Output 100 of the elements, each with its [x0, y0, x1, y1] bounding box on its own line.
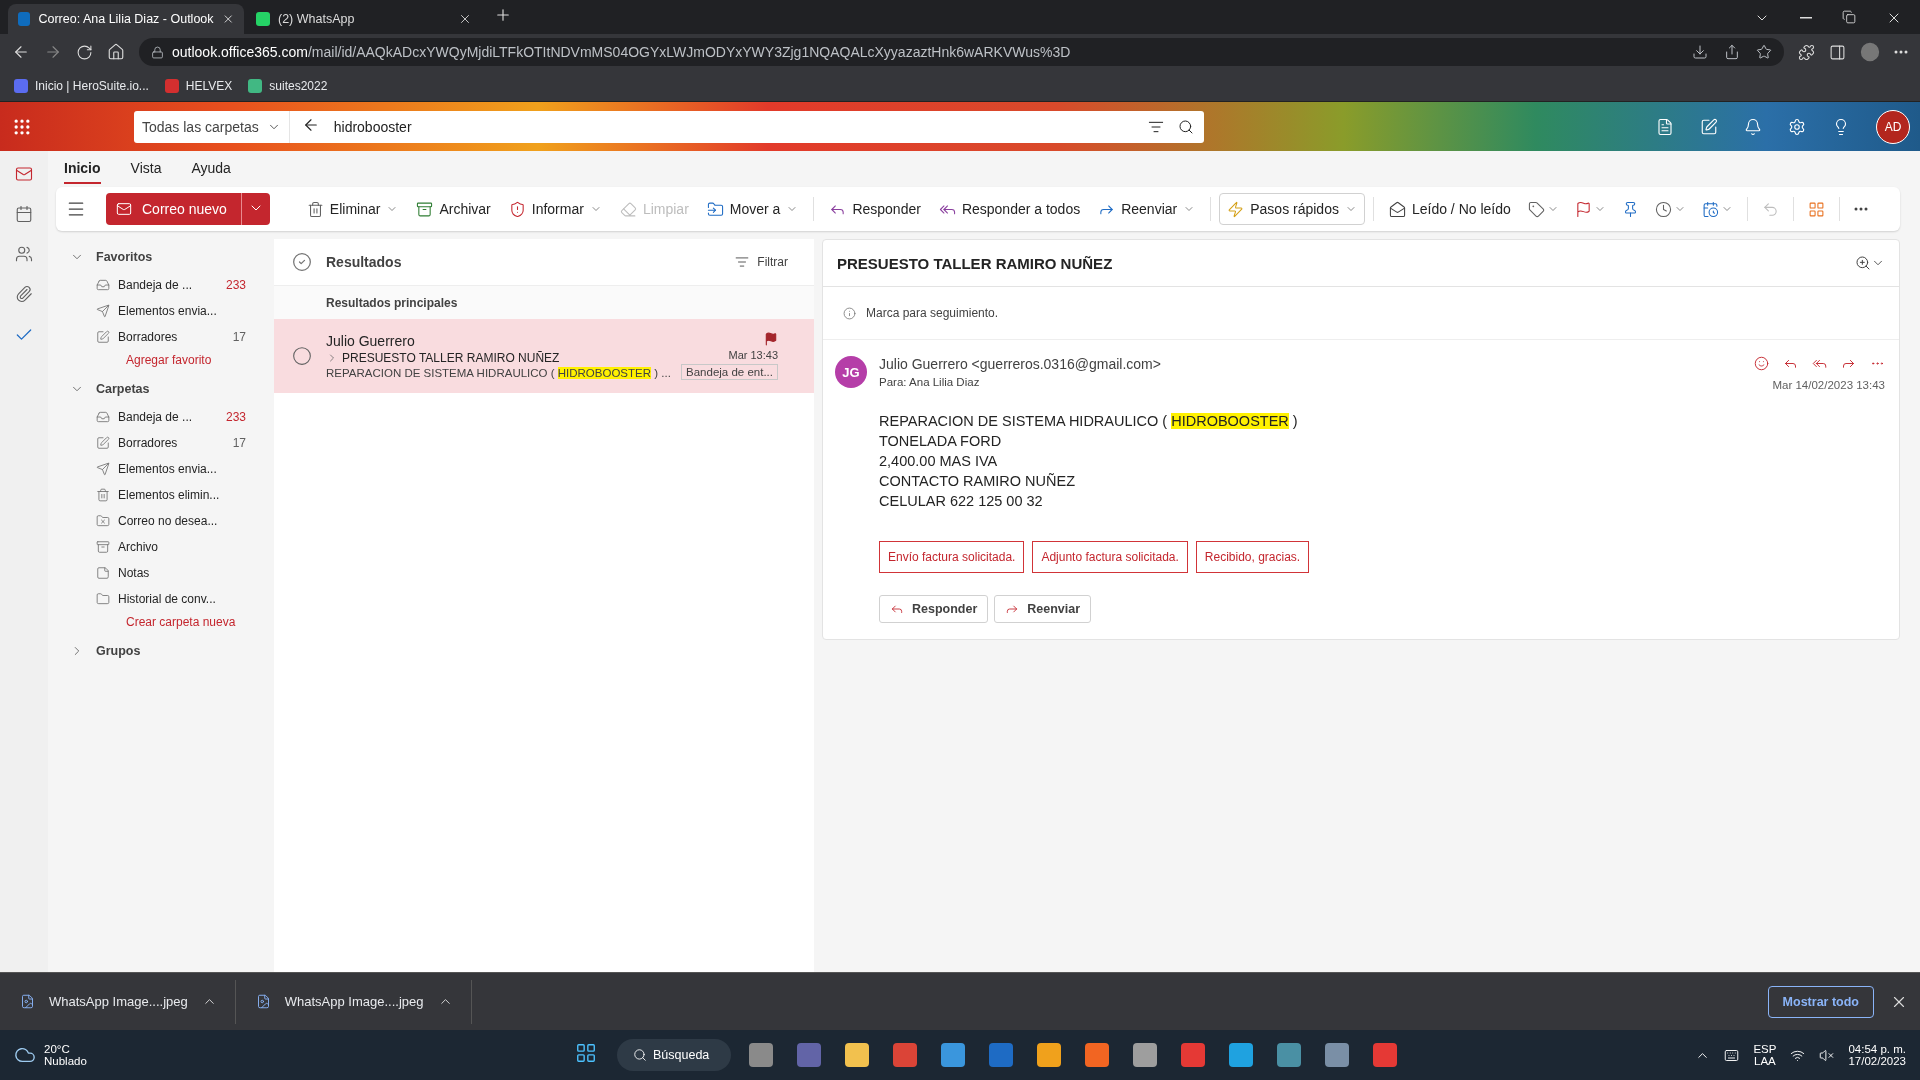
body-line: CELULAR 622 125 00 32 — [879, 492, 1044, 511]
unread-count: 233 — [225, 278, 247, 292]
scope-dropdown[interactable]: Todas las carpetas — [134, 110, 290, 143]
language-code: ESP — [1753, 1043, 1777, 1055]
download-item[interactable]: WhatsApp Image....jpeg — [18, 979, 236, 1024]
close-icon — [458, 12, 472, 26]
folder-tag: Bandeja de ent... — [681, 364, 778, 380]
taskbar-app-icon[interactable] — [1325, 1043, 1350, 1067]
toolbar-button[interactable]: Mover a — [699, 193, 806, 225]
note-icon — [1700, 117, 1718, 136]
folder-item[interactable]: Bandeja de ... 233 — [56, 405, 256, 429]
sender-address: Julio Guerrero <guerreros.0316@gmail.com> — [879, 356, 1162, 372]
toolbar-button[interactable]: Leído / No leído — [1381, 193, 1518, 225]
message-item[interactable]: Julio Guerrero PRESUESTO TALLER RAMIRO NUÑEZ REPARACION DE SISTEMA HIDRAULICO ( HIDROBOOSTER ) ... Mar 13:43 Bandeja de ent... — [274, 319, 814, 393]
more-icon[interactable] — [1853, 207, 1868, 211]
toolbar-button[interactable]: Eliminar — [299, 193, 406, 225]
folder-link[interactable]: Crear carpeta nueva — [56, 613, 266, 635]
forward-icon — [44, 43, 62, 61]
toolbar-button[interactable]: Pasos rápidos — [1219, 193, 1365, 225]
bookmark-link[interactable]: suites2022 — [248, 78, 328, 93]
folder-item[interactable]: Historial de conv... — [56, 587, 256, 611]
folder-item[interactable]: Elementos envia... — [56, 457, 256, 481]
send-icon — [96, 462, 110, 476]
lightning-icon — [1227, 200, 1245, 218]
sender-name: Julio Guerrero — [326, 333, 416, 349]
reply-icon — [890, 602, 904, 616]
toolbar-button[interactable]: Archivar — [409, 193, 498, 225]
taskbar-app-icon[interactable] — [941, 1043, 966, 1067]
download-item[interactable]: WhatsApp Image....jpeg — [253, 979, 472, 1024]
suggested-reply[interactable]: Recibido, gracias. — [1195, 541, 1310, 573]
user-avatar[interactable]: AD — [1876, 109, 1910, 144]
shield-icon — [508, 200, 526, 218]
file-icon — [255, 994, 271, 1009]
folder-item[interactable]: Bandeja de ... 233 — [56, 273, 256, 297]
toolbar-button[interactable]: Responder — [822, 193, 928, 225]
trash-icon — [96, 488, 110, 502]
flag-icon[interactable] — [764, 332, 778, 346]
show-all-button[interactable]: Mostrar todo — [1767, 985, 1874, 1018]
new-mail-button[interactable]: Correo nuevo — [106, 193, 270, 225]
folder-section-header[interactable]: Grupos — [56, 637, 266, 665]
toolbar-button[interactable]: Reenviar — [1091, 193, 1203, 225]
download-icon — [1692, 44, 1708, 60]
folder-item[interactable]: Borradores 17 — [56, 431, 256, 455]
taskbar-app-icon[interactable] — [1037, 1043, 1062, 1067]
pencil-icon — [96, 436, 110, 450]
sender-avatar: JG — [835, 356, 867, 388]
filter-button[interactable]: Filtrar — [729, 254, 794, 270]
mail-icon — [15, 165, 33, 183]
flag-notice: Marca para seguimiento. — [866, 306, 999, 320]
profile-avatar[interactable] — [1860, 42, 1880, 62]
suggested-reply[interactable]: Envío factura solicitada. — [879, 541, 1025, 573]
taskbar-app-icon[interactable] — [1277, 1043, 1302, 1067]
taskbar-app-icon[interactable] — [1229, 1043, 1254, 1067]
folder-link[interactable]: Agregar favorito — [56, 351, 266, 373]
lock-icon — [151, 45, 164, 59]
select-circle[interactable] — [292, 346, 312, 366]
toolbar-button[interactable]: Informar — [501, 193, 609, 225]
taskbar-app-icon[interactable] — [749, 1043, 774, 1067]
keyboard-icon — [1724, 1047, 1740, 1063]
taskbar-app-icon[interactable] — [1133, 1043, 1158, 1067]
share-icon — [1724, 44, 1740, 60]
bookmark-link[interactable]: HELVEX — [164, 78, 233, 93]
note-icon — [96, 566, 110, 580]
toolbar-button[interactable]: Responder a todos — [931, 193, 1088, 225]
folder-item[interactable]: Notas — [56, 561, 256, 585]
folder-item[interactable]: Borradores 17 — [56, 325, 256, 349]
folder-item[interactable]: Archivo — [56, 535, 256, 559]
folder-item[interactable]: Correo no desea... — [56, 509, 256, 533]
taskbar-app-icon[interactable] — [1085, 1043, 1110, 1067]
star-icon — [1756, 44, 1772, 60]
search-input[interactable]: hidrobooster — [331, 117, 1138, 136]
folder-item[interactable]: Elementos elimin... — [56, 483, 256, 507]
keyboard-layout: LAA — [1754, 1055, 1776, 1067]
search-field[interactable]: Todas las carpetas hidrobooster — [134, 110, 1204, 143]
reload-icon — [76, 43, 93, 61]
browser-tab[interactable]: (2) WhatsApp — [246, 4, 482, 34]
suggested-reply[interactable]: Adjunto factura solicitada. — [1032, 541, 1188, 573]
subject-text: PRESUESTO TALLER RAMIRO NUÑEZ — [342, 351, 560, 365]
reply-button[interactable]: Reenviar — [994, 595, 1092, 623]
email-date: Mar 14/02/2023 13:43 — [1772, 379, 1885, 391]
site-icon — [256, 12, 270, 26]
taskbar-app-icon[interactable] — [845, 1043, 870, 1067]
folder-section-header[interactable]: Carpetas — [56, 375, 266, 403]
select-all-icon — [292, 252, 312, 272]
folder-item[interactable]: Elementos envia... — [56, 299, 256, 323]
more-icon[interactable] — [1894, 50, 1908, 54]
url-text: outlook.office365.com/mail/id/AAQkADcxYWQyMjdiLTFkOTItNDVmMS04OGYxLWJmODYxYWY3Zjg1NQAQALcXyyazaztHnk6wARKVWus%3D — [172, 44, 1071, 60]
folder-section-header[interactable]: Favoritos — [56, 243, 266, 271]
restore-icon — [1842, 10, 1856, 24]
browser-tab[interactable]: Correo: Ana Lilia Diaz - Outlook — [8, 4, 244, 34]
unread-count: 17 — [232, 330, 247, 344]
ribbon-tab[interactable]: Vista — [130, 154, 162, 184]
taskbar-search[interactable]: Búsqueda — [617, 1039, 732, 1071]
bookmark-link[interactable]: Inicio | HeroSuite.io... — [14, 78, 149, 93]
speaker-icon — [1819, 1047, 1835, 1063]
reply-button[interactable]: Responder — [879, 595, 989, 623]
ribbon-tab[interactable]: Inicio — [64, 154, 101, 184]
minimize-icon[interactable] — [1800, 17, 1812, 19]
address-field[interactable]: outlook.office365.com/mail/id/AAQkADcxYWQyMjdiLTFkOTItNDVmMS04OGYxLWJmODYxYWY3Zjg1NQAQALcXyyazaztHnk6wARKVWus%3D — [139, 38, 1784, 66]
ribbon-tab[interactable]: Ayuda — [191, 154, 231, 184]
